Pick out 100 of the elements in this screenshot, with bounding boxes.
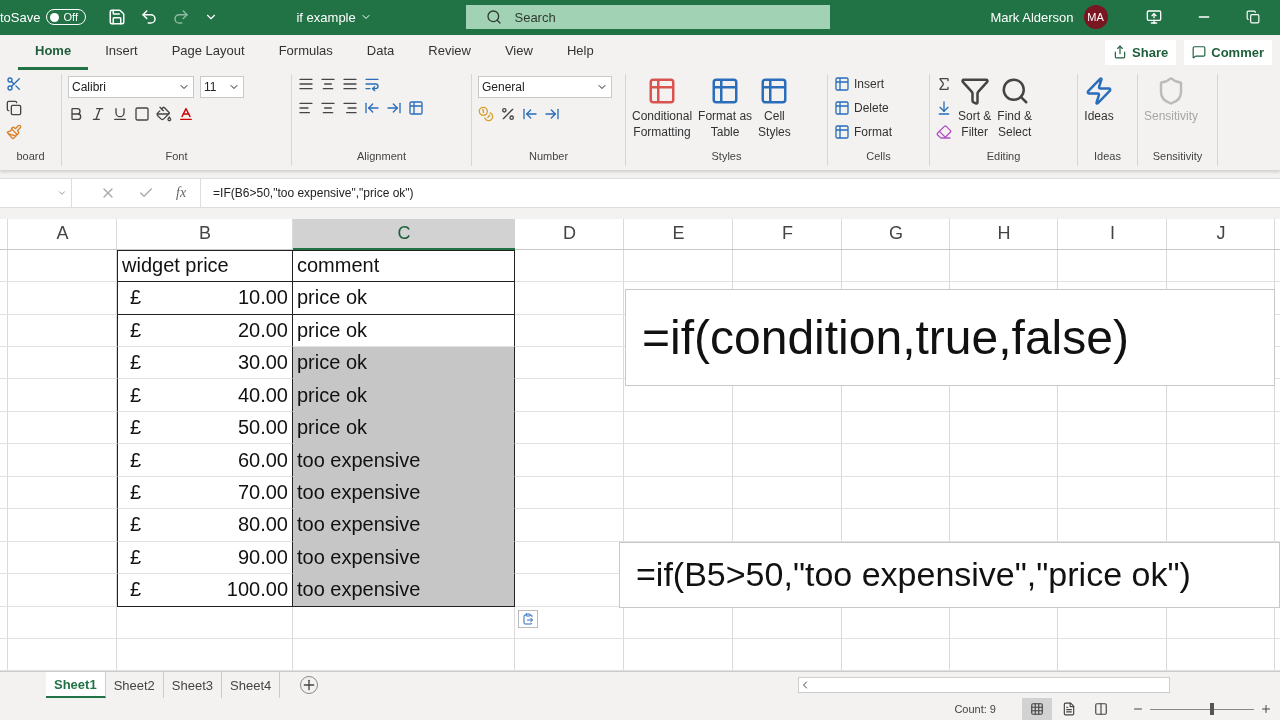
bold-icon[interactable] xyxy=(68,105,84,122)
column-header[interactable]: F xyxy=(733,218,842,250)
file-name[interactable]: if example xyxy=(296,9,437,25)
ideas-button[interactable]: Ideas xyxy=(1084,75,1114,124)
cells-button[interactable]: Insert xyxy=(834,75,892,92)
font-size-field[interactable]: 11 xyxy=(200,75,244,98)
search-field[interactable]: Search xyxy=(466,5,831,30)
column-header[interactable]: J xyxy=(1167,218,1275,250)
ribbon-display-icon[interactable] xyxy=(1145,9,1162,26)
formula-text-box[interactable]: =if(B5>50,"too expensive","price ok") xyxy=(619,541,1280,608)
columns-icon xyxy=(1094,702,1108,716)
borders-icon[interactable] xyxy=(134,105,150,122)
cells-button[interactable]: Format xyxy=(834,123,892,140)
restore-icon[interactable] xyxy=(1245,10,1260,25)
lightning-icon[interactable] xyxy=(1084,75,1114,106)
formula-field[interactable]: =IF(B6>50,"too expensive","price ok") xyxy=(201,185,414,200)
style-button[interactable]: Format as Table xyxy=(698,75,753,140)
table-cell: price ok xyxy=(297,351,368,375)
sheet-tab[interactable]: Sheet1 xyxy=(46,672,106,698)
table-cell: price ok xyxy=(297,318,368,342)
view-button[interactable] xyxy=(1022,698,1052,720)
font-color-icon[interactable] xyxy=(178,105,194,122)
sum-icon[interactable] xyxy=(936,75,952,92)
eraser-icon[interactable] xyxy=(936,123,952,140)
search-icon xyxy=(486,9,503,26)
slider-thumb[interactable] xyxy=(1210,703,1215,715)
currency-symbol: £ xyxy=(129,383,142,407)
currency-symbol: £ xyxy=(129,416,142,440)
table-icon[interactable] xyxy=(834,99,850,116)
italic-icon[interactable] xyxy=(90,105,106,122)
user-avatar[interactable]: MA xyxy=(1083,5,1108,30)
horizontal-scrollbar[interactable] xyxy=(798,677,1170,693)
price-value: 100.00 xyxy=(226,578,288,602)
ribbon-tab[interactable]: Review xyxy=(411,34,488,70)
share-icon xyxy=(1113,45,1128,60)
formula-text-box[interactable]: =if(condition,true,false) xyxy=(625,288,1275,386)
ribbon-tab[interactable]: Insert xyxy=(88,34,155,70)
scissors-icon[interactable] xyxy=(6,75,22,92)
redo-icon[interactable] xyxy=(172,8,191,27)
table-cell: too expensive xyxy=(297,513,421,537)
fill-color-icon[interactable] xyxy=(156,105,172,122)
style-button[interactable]: Cell Styles xyxy=(758,75,791,140)
status-count: Count: 9 xyxy=(954,703,996,715)
ribbon-tab[interactable]: Help xyxy=(549,34,611,70)
currency-symbol: £ xyxy=(129,351,142,375)
find-select-button[interactable]: Find & Select xyxy=(997,75,1033,140)
save-icon[interactable] xyxy=(108,8,127,27)
table-cell: too expensive xyxy=(297,545,421,569)
currency-symbol: £ xyxy=(129,448,142,472)
copy-icon[interactable] xyxy=(6,99,22,116)
comments-button[interactable]: Commer xyxy=(1184,39,1272,65)
group-label: Number xyxy=(528,149,569,164)
zoom-in-icon[interactable] xyxy=(1260,703,1272,715)
column-header[interactable]: C xyxy=(293,218,515,250)
sort-filter-button[interactable]: Sort & Filter xyxy=(958,75,992,140)
insert-function-button[interactable]: fx xyxy=(176,184,187,201)
currency-symbol: £ xyxy=(129,318,142,342)
currency-symbol: £ xyxy=(129,545,142,569)
table-cell: price ok xyxy=(297,416,368,440)
price-value: 30.00 xyxy=(237,351,288,375)
group-label: Alignment xyxy=(357,149,406,164)
ribbon-tab[interactable]: Data xyxy=(349,34,412,70)
column-header[interactable]: H xyxy=(950,218,1058,250)
share-button[interactable]: Share xyxy=(1105,39,1177,65)
number-format-field[interactable]: General xyxy=(478,75,612,98)
column-header[interactable]: I xyxy=(1058,218,1167,250)
comment-icon xyxy=(1192,45,1207,60)
font-name-field[interactable]: Calibri xyxy=(68,75,194,98)
ribbon-tab[interactable]: Page Layout xyxy=(154,34,262,70)
table-cell: price ok xyxy=(297,286,368,310)
cells-button[interactable]: Delete xyxy=(834,99,892,116)
percent-icon[interactable] xyxy=(500,105,516,122)
column-header[interactable]: D xyxy=(515,218,624,250)
underline-icon[interactable] xyxy=(112,105,128,122)
column-header[interactable]: G xyxy=(842,218,950,250)
group-label: Styles xyxy=(711,149,742,164)
table-icon[interactable] xyxy=(834,123,850,140)
price-value: 40.00 xyxy=(237,383,288,407)
group-label: Ideas xyxy=(1094,149,1121,164)
table-icon[interactable] xyxy=(834,75,850,92)
currency-symbol: £ xyxy=(129,286,142,310)
brush-icon[interactable] xyxy=(6,123,22,140)
ribbon-tab[interactable]: Formulas xyxy=(261,34,350,70)
style-button[interactable]: Conditional Formatting xyxy=(632,75,693,140)
autosave-label: toSave xyxy=(0,9,41,25)
page-icon xyxy=(1062,702,1076,716)
user-name: Mark Alderson xyxy=(990,9,1074,25)
ribbon-tab[interactable]: View xyxy=(487,34,550,70)
group-label: Cells xyxy=(866,149,891,164)
column-header[interactable]: A xyxy=(8,218,117,250)
price-value: 90.00 xyxy=(237,545,288,569)
paste-options-icon[interactable] xyxy=(518,609,538,628)
fill-down-icon[interactable] xyxy=(936,99,952,116)
currency-symbol: £ xyxy=(129,578,142,602)
currency-symbol: £ xyxy=(129,513,142,537)
table-cell: comment xyxy=(297,254,380,278)
undo-icon[interactable] xyxy=(140,8,159,27)
price-value: 70.00 xyxy=(237,481,288,504)
table-cell: widget price xyxy=(122,254,229,278)
column-header[interactable]: E xyxy=(624,218,733,250)
